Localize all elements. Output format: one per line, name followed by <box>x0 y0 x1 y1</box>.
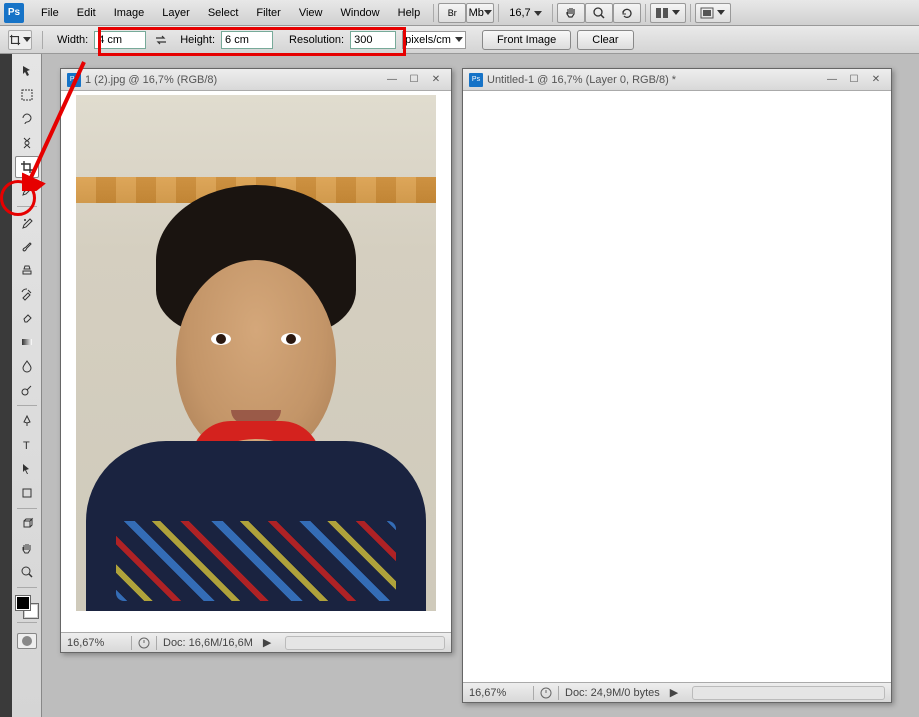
width-label: Width: <box>57 34 88 46</box>
zoom-icon[interactable] <box>585 3 613 23</box>
menu-filter[interactable]: Filter <box>247 3 289 23</box>
dodge-tool[interactable] <box>15 379 39 401</box>
marquee-tool[interactable] <box>15 84 39 106</box>
document-title: Untitled-1 @ 16,7% (Layer 0, RGB/8) * <box>487 74 819 86</box>
tools-panel: T <box>12 54 42 717</box>
zoom-tool[interactable] <box>15 561 39 583</box>
status-menu-arrow[interactable]: ▶ <box>259 636 275 649</box>
status-bar: 16,67% Doc: 24,9M/0 bytes ▶ <box>463 682 891 702</box>
crop-tool[interactable] <box>15 156 39 178</box>
hand-icon[interactable] <box>557 3 585 23</box>
canvas-area[interactable] <box>61 91 451 632</box>
screen-mode-button[interactable] <box>695 3 731 23</box>
close-button[interactable]: ✕ <box>427 73 445 87</box>
quick-selection-tool[interactable] <box>15 132 39 154</box>
horizontal-scrollbar[interactable] <box>285 636 445 650</box>
move-tool[interactable] <box>15 60 39 82</box>
document-window-1: Ps 1 (2).jpg @ 16,7% (RGB/8) — ☐ ✕ <box>60 68 452 653</box>
status-menu-arrow[interactable]: ▶ <box>666 686 682 699</box>
close-button[interactable]: ✕ <box>867 73 885 87</box>
menu-select[interactable]: Select <box>199 3 248 23</box>
eyedropper-tool[interactable] <box>15 180 39 202</box>
document-titlebar[interactable]: Ps 1 (2).jpg @ 16,7% (RGB/8) — ☐ ✕ <box>61 69 451 91</box>
minibridge-button[interactable]: Mb <box>466 3 494 23</box>
minimize-button[interactable]: — <box>823 73 841 87</box>
options-bar: Width: Height: Resolution: pixels/cm Fro… <box>0 26 919 54</box>
color-swatches[interactable] <box>16 596 38 618</box>
document-title: 1 (2).jpg @ 16,7% (RGB/8) <box>85 74 379 86</box>
quick-mask-button[interactable] <box>17 633 37 649</box>
maximize-button[interactable]: ☐ <box>845 73 863 87</box>
rotate-view-icon[interactable] <box>613 3 641 23</box>
quick-mask-icon <box>22 636 32 646</box>
gradient-tool[interactable] <box>15 331 39 353</box>
resolution-label: Resolution: <box>289 34 344 46</box>
bridge-button[interactable]: Br <box>438 3 466 23</box>
zoom-level-label[interactable]: 16,7 <box>503 7 547 19</box>
height-label: Height: <box>180 34 215 46</box>
menu-help[interactable]: Help <box>389 3 430 23</box>
status-zoom[interactable]: 16,67% <box>67 637 125 649</box>
status-doc-size: Doc: 16,6M/16,6M <box>163 637 253 649</box>
photo-content <box>76 95 436 611</box>
blur-tool[interactable] <box>15 355 39 377</box>
path-selection-tool[interactable] <box>15 458 39 480</box>
menu-edit[interactable]: Edit <box>68 3 105 23</box>
healing-brush-tool[interactable] <box>15 211 39 233</box>
menu-image[interactable]: Image <box>105 3 154 23</box>
document-window-2: Ps Untitled-1 @ 16,7% (Layer 0, RGB/8) *… <box>462 68 892 703</box>
menu-view[interactable]: View <box>290 3 332 23</box>
current-tool-indicator[interactable] <box>8 30 32 50</box>
minibridge-label: Mb <box>469 7 484 19</box>
document-titlebar[interactable]: Ps Untitled-1 @ 16,7% (Layer 0, RGB/8) *… <box>463 69 891 91</box>
status-doc-size: Doc: 24,9M/0 bytes <box>565 687 660 699</box>
ps-document-icon: Ps <box>469 73 483 87</box>
resolution-units-select[interactable]: pixels/cm <box>402 31 466 49</box>
3d-tool[interactable] <box>15 513 39 535</box>
workspace: Ps 1 (2).jpg @ 16,7% (RGB/8) — ☐ ✕ <box>42 54 919 717</box>
resolution-input[interactable] <box>350 31 396 49</box>
menu-file[interactable]: File <box>32 3 68 23</box>
lasso-tool[interactable] <box>15 108 39 130</box>
photoshop-logo-icon: Ps <box>4 3 24 23</box>
units-label: pixels/cm <box>405 34 451 46</box>
maximize-button[interactable]: ☐ <box>405 73 423 87</box>
foreground-color-swatch[interactable] <box>16 596 30 610</box>
front-image-button[interactable]: Front Image <box>482 30 571 50</box>
swap-dimensions-button[interactable] <box>152 31 170 49</box>
ps-document-icon: Ps <box>67 73 81 87</box>
swap-icon <box>154 34 168 46</box>
eraser-tool[interactable] <box>15 307 39 329</box>
horizontal-scrollbar[interactable] <box>692 686 885 700</box>
panel-collapse-strip[interactable] <box>0 54 12 717</box>
status-zoom[interactable]: 16,67% <box>469 687 527 699</box>
menu-layer[interactable]: Layer <box>153 3 199 23</box>
arrange-documents-button[interactable] <box>650 3 686 23</box>
clone-stamp-tool[interactable] <box>15 259 39 281</box>
canvas-area[interactable] <box>463 91 891 682</box>
pen-tool[interactable] <box>15 410 39 432</box>
history-brush-tool[interactable] <box>15 283 39 305</box>
height-input[interactable] <box>221 31 273 49</box>
svg-text:T: T <box>23 440 30 452</box>
hand-tool[interactable] <box>15 537 39 559</box>
menu-bar: Ps File Edit Image Layer Select Filter V… <box>0 0 919 26</box>
minimize-button[interactable]: — <box>383 73 401 87</box>
menu-window[interactable]: Window <box>332 3 389 23</box>
crop-icon <box>9 33 21 47</box>
type-tool[interactable]: T <box>15 434 39 456</box>
status-bar: 16,67% Doc: 16,6M/16,6M ▶ <box>61 632 451 652</box>
width-input[interactable] <box>94 31 146 49</box>
shape-tool[interactable] <box>15 482 39 504</box>
status-info-icon[interactable] <box>138 637 150 649</box>
brush-tool[interactable] <box>15 235 39 257</box>
status-info-icon[interactable] <box>540 687 552 699</box>
clear-button[interactable]: Clear <box>577 30 633 50</box>
